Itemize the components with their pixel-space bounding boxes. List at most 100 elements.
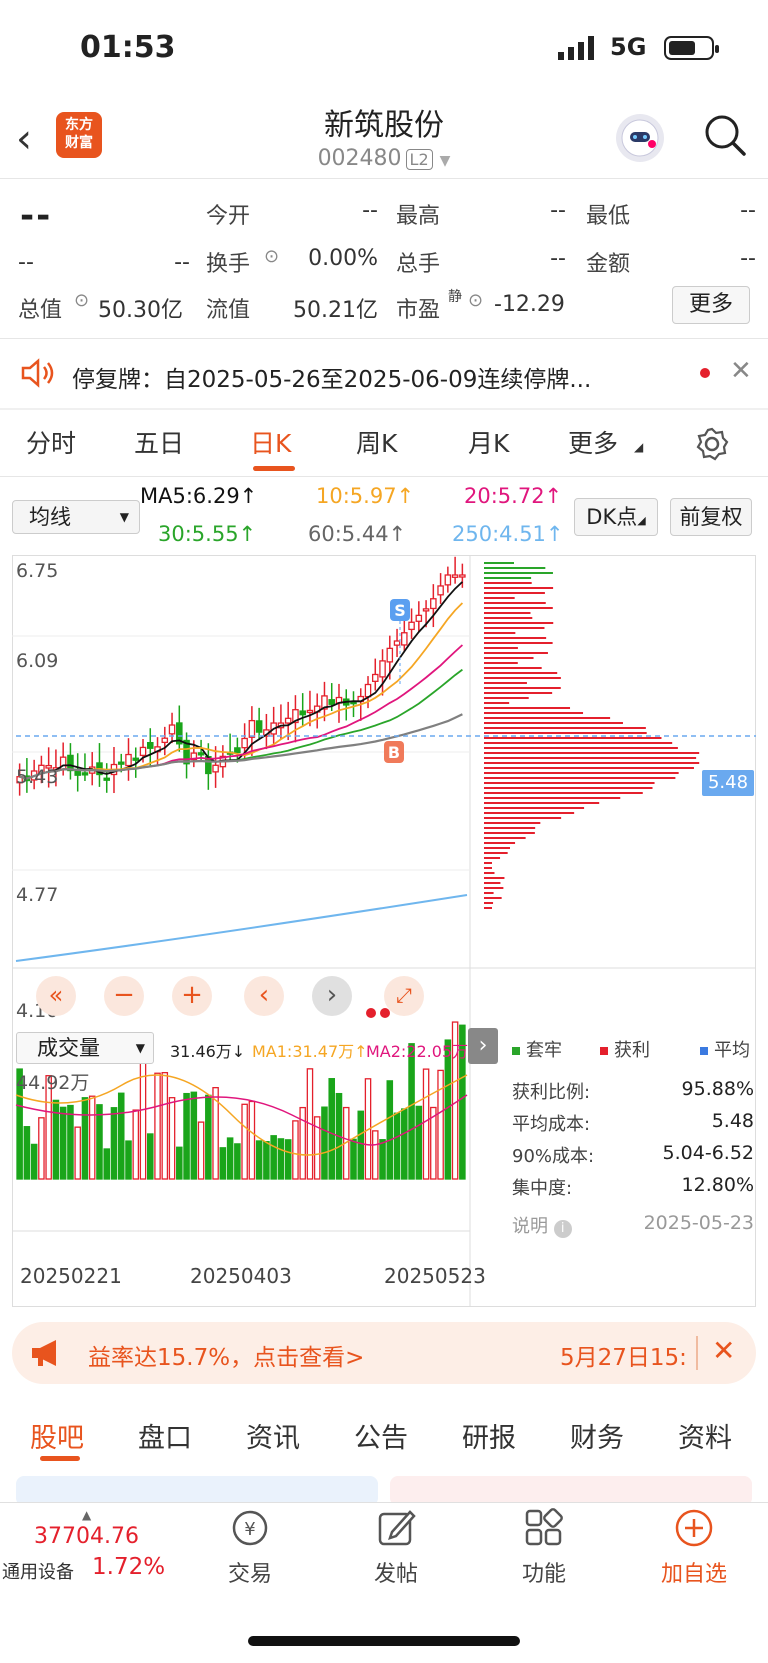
legend-swatch <box>600 1047 608 1055</box>
edit-icon[interactable] <box>376 1508 416 1548</box>
nav-post[interactable]: 发帖 <box>346 1556 446 1588</box>
tab-monthly-k[interactable]: 月K <box>468 424 509 460</box>
grid-icon[interactable] <box>524 1508 564 1548</box>
index-value[interactable]: 37704.76 <box>34 1524 139 1549</box>
tab-forum[interactable]: 股吧 <box>30 1416 84 1455</box>
current-price: -- <box>20 196 53 236</box>
more-button[interactable]: 更多 <box>672 286 750 324</box>
info-icon[interactable]: ⊙ <box>264 246 279 267</box>
volume-bar <box>161 1071 169 1180</box>
tab-news[interactable]: 资讯 <box>246 1416 300 1455</box>
adjust-button[interactable]: 前复权 <box>670 498 752 536</box>
tab-weekly-k[interactable]: 周K <box>356 424 397 460</box>
unread-dot <box>700 368 710 378</box>
caret-down-icon: ▼ <box>119 510 129 524</box>
volume-bar <box>154 1072 161 1180</box>
info-icon[interactable]: ⊙ <box>74 290 89 311</box>
candle-body <box>459 574 466 578</box>
chevron-right-icon[interactable]: › <box>312 976 352 1016</box>
nav-add-watchlist[interactable]: 加自选 <box>644 1556 744 1588</box>
candle-body <box>451 574 459 578</box>
indicator-select[interactable]: 均线 ▼ <box>12 500 140 534</box>
candle-body <box>299 710 306 716</box>
tab-intraday[interactable]: 分时 <box>26 424 76 460</box>
tab-announcements[interactable]: 公告 <box>354 1416 408 1455</box>
volume-bar <box>190 1091 198 1180</box>
volume-indicator-select[interactable]: 成交量 ▼ <box>16 1032 154 1064</box>
page-dot <box>366 1008 376 1018</box>
tab-finance[interactable]: 财务 <box>570 1416 624 1455</box>
tab-daily-k[interactable]: 日K <box>250 424 291 460</box>
volume-bar <box>386 1080 394 1180</box>
volume-bar <box>197 1121 205 1180</box>
volume-bar <box>59 1106 67 1180</box>
banner-text[interactable]: 益率达15.7%，点击查看> <box>88 1338 364 1372</box>
volume-bar <box>96 1104 103 1180</box>
status-time: 01:53 <box>80 30 176 65</box>
avg-cost-value: 5.48 <box>711 1110 754 1132</box>
triangle-up-icon: ▲ <box>82 1508 92 1522</box>
indicator-select-label: 均线 <box>29 505 71 529</box>
rewind-icon[interactable]: « <box>36 976 76 1016</box>
close-icon[interactable]: ✕ <box>730 356 752 386</box>
candle-body <box>168 724 176 735</box>
zoom-in-icon[interactable]: + <box>172 976 212 1016</box>
pe-label: 市盈 <box>396 298 441 323</box>
concentration-label: 集中度: <box>512 1178 573 1199</box>
nav-trade[interactable]: 交易 <box>200 1556 300 1588</box>
volume-bar <box>23 1126 31 1180</box>
chevron-right-icon[interactable]: › <box>468 1028 498 1064</box>
high-value: -- <box>550 198 566 223</box>
low-value: -- <box>740 198 756 223</box>
expand-icon[interactable]: ⤢ <box>384 976 424 1016</box>
info-icon[interactable]: ⊙ <box>468 290 483 311</box>
volume-bar <box>255 1140 263 1180</box>
legend-label: 平均 <box>714 1040 750 1061</box>
volume-bar <box>401 1108 408 1180</box>
volume-bar <box>263 1140 270 1180</box>
suspension-notice[interactable]: 停复牌：自2025-05-26至2025-06-09连续停牌... <box>72 360 591 394</box>
cost-90-label: 90%成本: <box>512 1146 595 1167</box>
candle-body <box>408 621 415 631</box>
network-label: 5G <box>610 33 647 61</box>
index-name: 通用设备 <box>2 1562 74 1583</box>
add-circle-icon[interactable] <box>674 1508 714 1548</box>
trade-icon[interactable]: ¥ <box>228 1508 272 1548</box>
tab-more[interactable]: 更多 <box>568 424 618 460</box>
candle-body <box>437 585 444 596</box>
zoom-out-icon[interactable]: − <box>104 976 144 1016</box>
candle-body <box>117 761 125 765</box>
volume-bar <box>379 1139 386 1180</box>
price-change-pct: -- <box>174 250 190 275</box>
explain-link[interactable]: 说明 i <box>512 1212 572 1238</box>
tab-order-book[interactable]: 盘口 <box>138 1416 192 1455</box>
assistant-avatar-icon[interactable] <box>616 114 664 162</box>
volume-ma1: MA1:31.47万↑ <box>252 1042 368 1061</box>
candle-body <box>212 764 219 773</box>
volume-bar <box>234 1143 241 1180</box>
search-icon[interactable] <box>704 114 748 158</box>
dk-label: DK点 <box>586 505 638 529</box>
volume-bar <box>176 1146 183 1180</box>
tab-five-day[interactable]: 五日 <box>134 424 184 460</box>
float-cap-label: 流值 <box>206 298 251 323</box>
ma250-label: 250:4.51↑ <box>452 522 564 546</box>
close-icon[interactable]: ✕ <box>712 1334 735 1367</box>
page-dot <box>380 1008 390 1018</box>
volume-bar <box>168 1097 176 1180</box>
tab-profile[interactable]: 资料 <box>678 1416 732 1455</box>
tab-research[interactable]: 研报 <box>462 1416 516 1455</box>
nav-functions[interactable]: 功能 <box>494 1556 594 1588</box>
divider <box>0 408 768 410</box>
volume-bar <box>219 1147 227 1180</box>
volume-bar <box>30 1143 38 1180</box>
ma5-label: MA5:6.29↑ <box>140 484 258 508</box>
dk-point-button[interactable]: DK点◢ <box>574 498 658 536</box>
candlestick-chart[interactable]: SB <box>12 555 756 1307</box>
volume-bar <box>328 1078 336 1180</box>
candle-body <box>364 683 372 698</box>
candle-body <box>234 747 241 754</box>
chip-average-label: 5.48 <box>702 770 754 796</box>
chevron-left-icon[interactable]: ‹ <box>244 976 284 1016</box>
gear-icon[interactable] <box>694 426 730 462</box>
